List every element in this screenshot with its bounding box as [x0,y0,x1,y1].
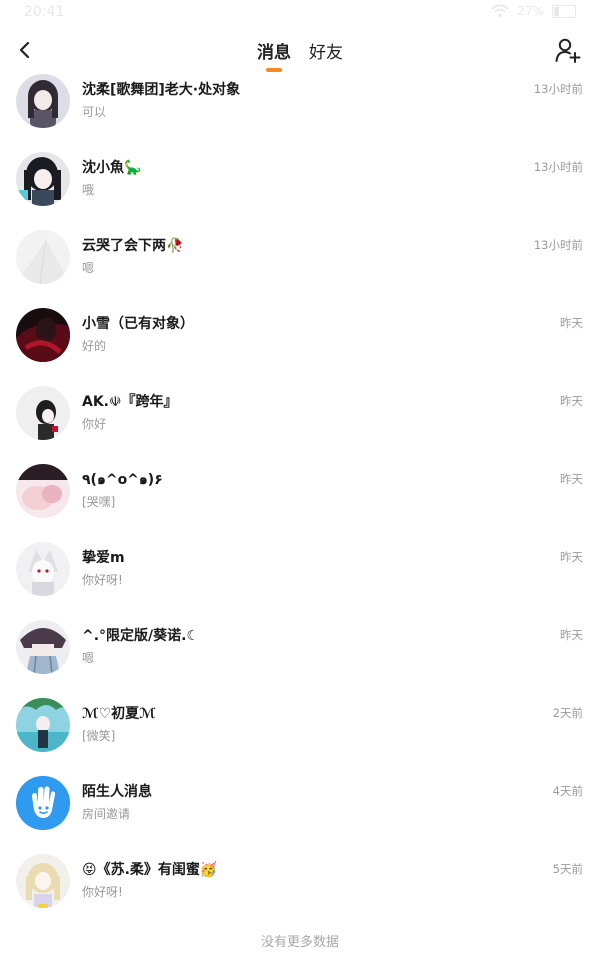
conversation-item[interactable]: ^.°限定版/葵诺.☾ 嗯 昨天 [0,620,600,698]
avatar-image [16,74,70,128]
tab-messages[interactable]: 消息 [257,26,291,74]
avatar-image [16,854,70,908]
avatar [16,74,70,128]
battery-percent: 27% [517,4,544,18]
contact-name: 小雪（已有对象） [82,316,194,332]
last-message: 房间邀请 [82,807,131,821]
conversation-item[interactable]: 😝《苏.柔》有闺蜜🥳 你好呀! 5天前 [0,854,600,932]
message-time: 2天前 [552,706,583,720]
conversation-item[interactable]: 陌生人消息 房间邀请 4天前 [0,776,600,854]
status-icons: 27% [491,4,576,18]
message-time: 4天前 [552,784,583,798]
message-time: 13小时前 [533,238,583,252]
message-time: 13小时前 [533,82,583,96]
avatar [16,308,70,362]
avatar [16,542,70,596]
avatar-image [16,620,70,674]
tab-bar: 消息 好友 [0,26,600,74]
contact-name: AK.☫『跨年』 [82,394,178,410]
message-time: 昨天 [560,550,583,564]
last-message: 可以 [82,105,107,119]
message-time: 昨天 [560,628,583,642]
no-more-data-text: 没有更多数据 [260,935,339,950]
conversation-item[interactable]: 云哭了会下两🥀 嗯 13小时前 [0,230,600,308]
avatar [16,152,70,206]
avatar [16,854,70,908]
add-friend-button[interactable] [554,36,582,64]
avatar-image [16,152,70,206]
last-message: [哭嘿] [82,495,116,509]
message-time: 5天前 [552,862,583,876]
last-message: [微笑] [82,729,116,743]
top-nav: 消息 好友 [0,26,600,74]
conversation-item[interactable]: ٩(๑^o^๑)۶ [哭嘿] 昨天 [0,464,600,542]
hand-wave-icon [16,776,70,830]
last-message: 你好 [82,417,107,431]
avatar-image [16,386,70,440]
contact-name: ^.°限定版/葵诺.☾ [82,628,200,644]
avatar [16,620,70,674]
status-time: 20:41 [24,4,65,20]
contact-name: 陌生人消息 [82,784,152,800]
contact-name: 挚爱m [82,550,125,566]
conversation-item[interactable]: ℳ♡初夏ℳ [微笑] 2天前 [0,698,600,776]
tab-friends[interactable]: 好友 [309,26,343,74]
avatar [16,698,70,752]
message-time: 13小时前 [533,160,583,174]
avatar [16,230,70,284]
last-message: 好的 [82,339,107,353]
conversation-item[interactable]: 沈小魚🦕 哦 13小时前 [0,152,600,230]
tab-messages-label: 消息 [257,42,291,63]
conversation-list: 沈柔[歌舞团]老大·处对象 可以 13小时前 沈小魚🦕 哦 13小时前 云哭了会… [0,74,600,932]
last-message: 哦 [82,183,95,197]
contact-name: ℳ♡初夏ℳ [82,706,156,722]
contact-name: 😝《苏.柔》有闺蜜🥳 [82,862,218,878]
wifi-icon [491,4,509,18]
conversation-item[interactable]: 沈柔[歌舞团]老大·处对象 可以 13小时前 [0,74,600,152]
active-tab-indicator [266,68,282,72]
conversation-item[interactable]: 小雪（已有对象） 好的 昨天 [0,308,600,386]
avatar-image [16,698,70,752]
tab-friends-label: 好友 [309,42,343,63]
message-time: 昨天 [560,472,583,486]
avatar-image [16,464,70,518]
message-time: 昨天 [560,316,583,330]
status-bar: 20:41 27% [0,0,600,26]
avatar-image [16,542,70,596]
last-message: 你好呀! [82,885,123,899]
contact-name: 沈小魚🦕 [82,160,142,176]
contact-name: ٩(๑^o^๑)۶ [82,472,163,488]
avatar-image [16,230,70,284]
last-message: 你好呀! [82,573,123,587]
last-message: 嗯 [82,651,95,665]
avatar-image [16,308,70,362]
avatar [16,776,70,830]
message-time: 昨天 [560,394,583,408]
avatar [16,386,70,440]
contact-name: 云哭了会下两🥀 [82,238,184,254]
battery-icon [552,4,576,18]
contact-name: 沈柔[歌舞团]老大·处对象 [82,82,241,98]
conversation-item[interactable]: 挚爱m 你好呀! 昨天 [0,542,600,620]
last-message: 嗯 [82,261,95,275]
conversation-item[interactable]: AK.☫『跨年』 你好 昨天 [0,386,600,464]
add-user-icon [555,38,581,63]
avatar [16,464,70,518]
